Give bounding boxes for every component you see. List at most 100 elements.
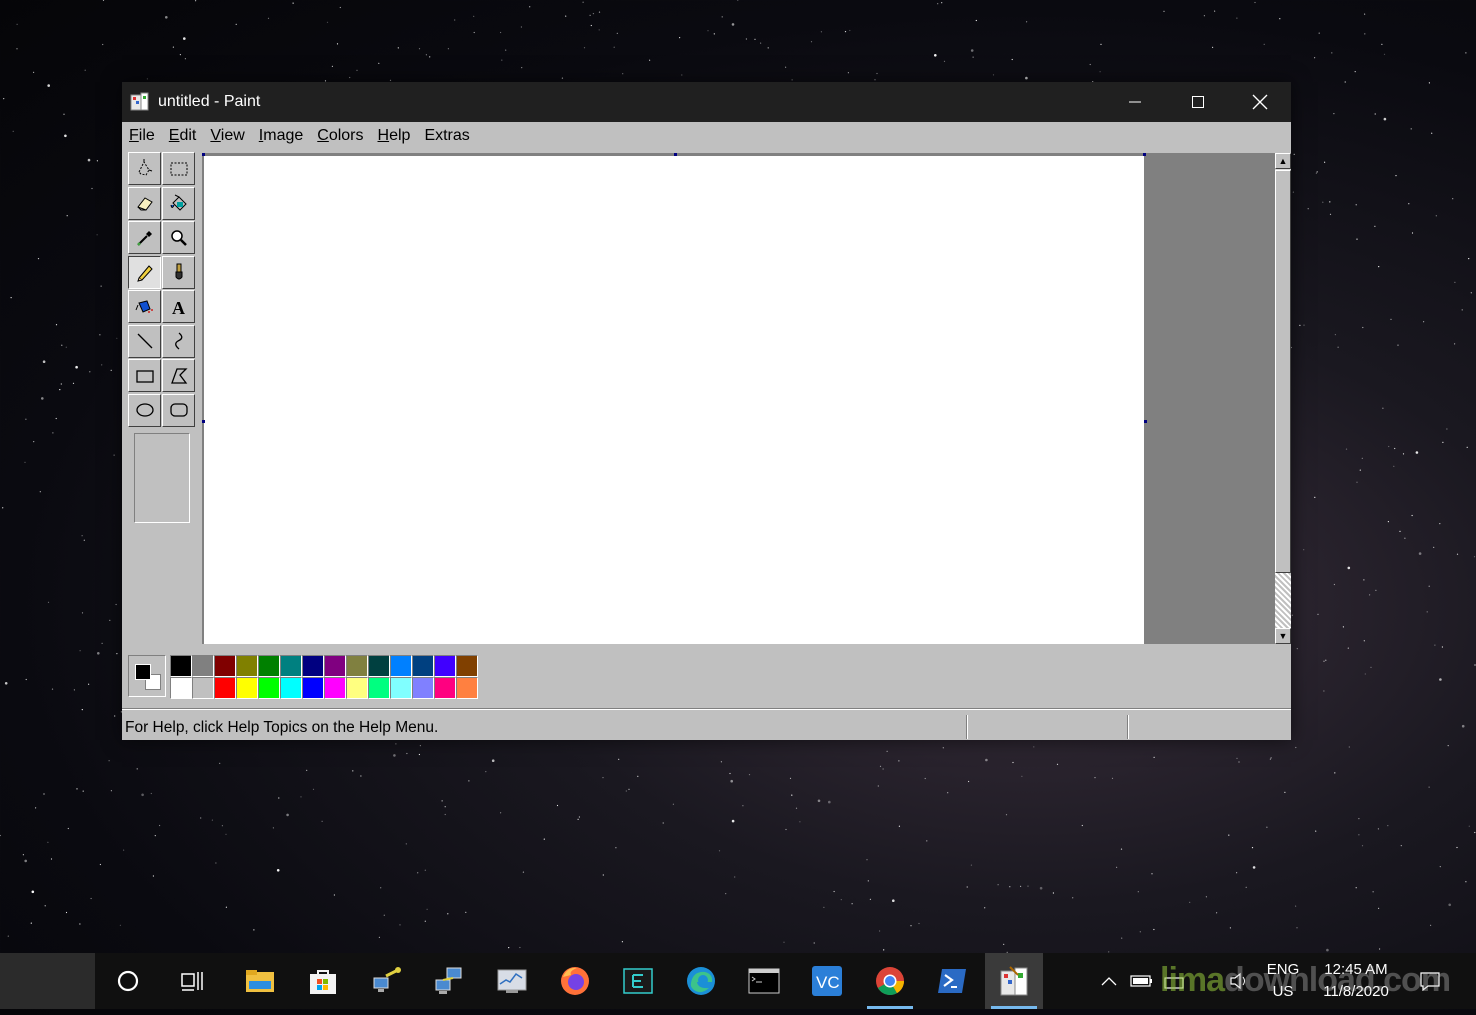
color-swatch[interactable] [236, 655, 258, 677]
color-swatch[interactable] [368, 677, 390, 699]
rounded-rectangle-icon [169, 403, 188, 417]
task-view-icon [181, 972, 203, 991]
color-swatch[interactable] [170, 655, 192, 677]
color-swatch[interactable] [258, 655, 280, 677]
taskbar-search-box[interactable] [0, 953, 95, 1009]
firefox-button[interactable] [546, 953, 604, 1009]
fill-with-color-tool[interactable] [162, 186, 195, 220]
edge-button[interactable] [672, 953, 730, 1009]
text-tool[interactable]: A [162, 290, 195, 323]
status-separator [966, 715, 967, 739]
free-form-select-tool[interactable] [128, 152, 161, 185]
menu-item[interactable]: Help [378, 127, 411, 145]
color-swatch[interactable] [346, 677, 368, 699]
resize-handle-top-right [1143, 153, 1146, 156]
color-swatch[interactable] [456, 677, 478, 699]
color-swatch[interactable] [412, 677, 434, 699]
resize-handle-middle-right[interactable] [1144, 420, 1147, 423]
show-hidden-icons-button[interactable] [1092, 953, 1126, 1009]
color-swatch[interactable] [412, 655, 434, 677]
powershell-button[interactable] [923, 953, 981, 1009]
scroll-track[interactable] [1275, 573, 1291, 628]
pick-color-tool[interactable] [128, 221, 161, 254]
color-swatch[interactable] [390, 655, 412, 677]
color-swatch[interactable] [368, 655, 390, 677]
network-connections-icon [435, 967, 462, 994]
maximize-button[interactable] [1167, 82, 1229, 122]
brush-tool[interactable] [162, 255, 195, 289]
current-colors-indicator[interactable] [128, 655, 166, 697]
curve-icon [174, 332, 182, 350]
curve-tool[interactable] [162, 324, 195, 358]
airbrush-tool[interactable] [128, 290, 161, 323]
watermark-logo: limadownload.com [1160, 961, 1451, 1000]
vscode-button[interactable]: VC [798, 953, 856, 1009]
battery-icon [1130, 975, 1152, 987]
color-swatch[interactable] [258, 677, 280, 699]
color-swatch[interactable] [214, 655, 236, 677]
rectangle-tool[interactable] [128, 359, 161, 392]
close-button[interactable] [1229, 82, 1291, 122]
color-swatch[interactable] [346, 655, 368, 677]
color-swatch[interactable] [170, 677, 192, 699]
ellipse-tool[interactable] [128, 393, 161, 427]
color-swatch[interactable] [302, 655, 324, 677]
airbrush-icon [135, 299, 153, 313]
microsoft-store-button[interactable] [294, 953, 352, 1009]
color-swatch[interactable] [390, 677, 412, 699]
command-prompt-button[interactable] [735, 953, 793, 1009]
color-swatch[interactable] [192, 655, 214, 677]
menu-item[interactable]: Colors [317, 127, 363, 145]
line-tool[interactable] [128, 324, 161, 358]
color-swatch[interactable] [214, 677, 236, 699]
title-bar[interactable]: untitled - Paint [122, 82, 1291, 122]
window-title: untitled - Paint [158, 93, 261, 110]
battery-button[interactable] [1126, 953, 1158, 1009]
chrome-button[interactable] [861, 953, 919, 1009]
color-swatch[interactable] [192, 677, 214, 699]
select-tool[interactable] [162, 152, 195, 185]
performance-monitor-button[interactable] [483, 953, 541, 1009]
color-swatch[interactable] [324, 655, 346, 677]
polygon-tool[interactable] [162, 359, 195, 392]
color-swatch[interactable] [280, 655, 302, 677]
magnifier-tool[interactable] [162, 221, 195, 254]
cortana-button[interactable] [99, 953, 157, 1009]
menu-accelerator: E [168, 127, 180, 144]
network-tool-button[interactable] [357, 953, 415, 1009]
pencil-tool[interactable] [128, 255, 161, 289]
file-explorer-button[interactable] [231, 953, 289, 1009]
menu-label: mage [263, 127, 304, 144]
editor-button[interactable] [609, 953, 667, 1009]
color-swatch[interactable] [434, 677, 456, 699]
drawing-canvas[interactable] [204, 156, 1144, 644]
color-swatch[interactable] [280, 677, 302, 699]
minimize-button[interactable] [1104, 82, 1166, 122]
scroll-up-button[interactable]: ▲ [1275, 153, 1291, 169]
vertical-scrollbar[interactable]: ▲ ▼ [1275, 153, 1291, 644]
color-swatch[interactable] [324, 677, 346, 699]
network-connections-button[interactable] [420, 953, 478, 1009]
tool-options-panel[interactable] [134, 433, 190, 523]
menu-item[interactable]: Edit [169, 127, 197, 145]
paint-taskbar-button[interactable] [985, 953, 1043, 1009]
free-form-select-icon [137, 158, 152, 176]
menu-item[interactable]: View [210, 127, 244, 145]
eraser-tool[interactable] [128, 186, 161, 220]
color-swatch[interactable] [236, 677, 258, 699]
scroll-down-button[interactable]: ▼ [1275, 628, 1291, 644]
fill-with-color-icon [170, 194, 187, 211]
rounded-rectangle-tool[interactable] [162, 393, 195, 427]
color-swatch[interactable] [456, 655, 478, 677]
menu-item[interactable]: Extras [424, 127, 469, 145]
menu-item[interactable]: Image [259, 127, 303, 145]
color-swatch[interactable] [302, 677, 324, 699]
paint-window: untitled - Paint File Edit View Image Colors… [122, 82, 1291, 740]
scroll-thumb[interactable] [1275, 170, 1291, 573]
menu-item[interactable]: File [129, 127, 155, 145]
brush-icon [175, 263, 182, 280]
status-bar: For Help, click Help Topics on the Help … [122, 708, 1291, 741]
color-swatch[interactable] [434, 655, 456, 677]
task-view-button[interactable] [164, 953, 222, 1009]
network-tool-icon [373, 967, 401, 992]
